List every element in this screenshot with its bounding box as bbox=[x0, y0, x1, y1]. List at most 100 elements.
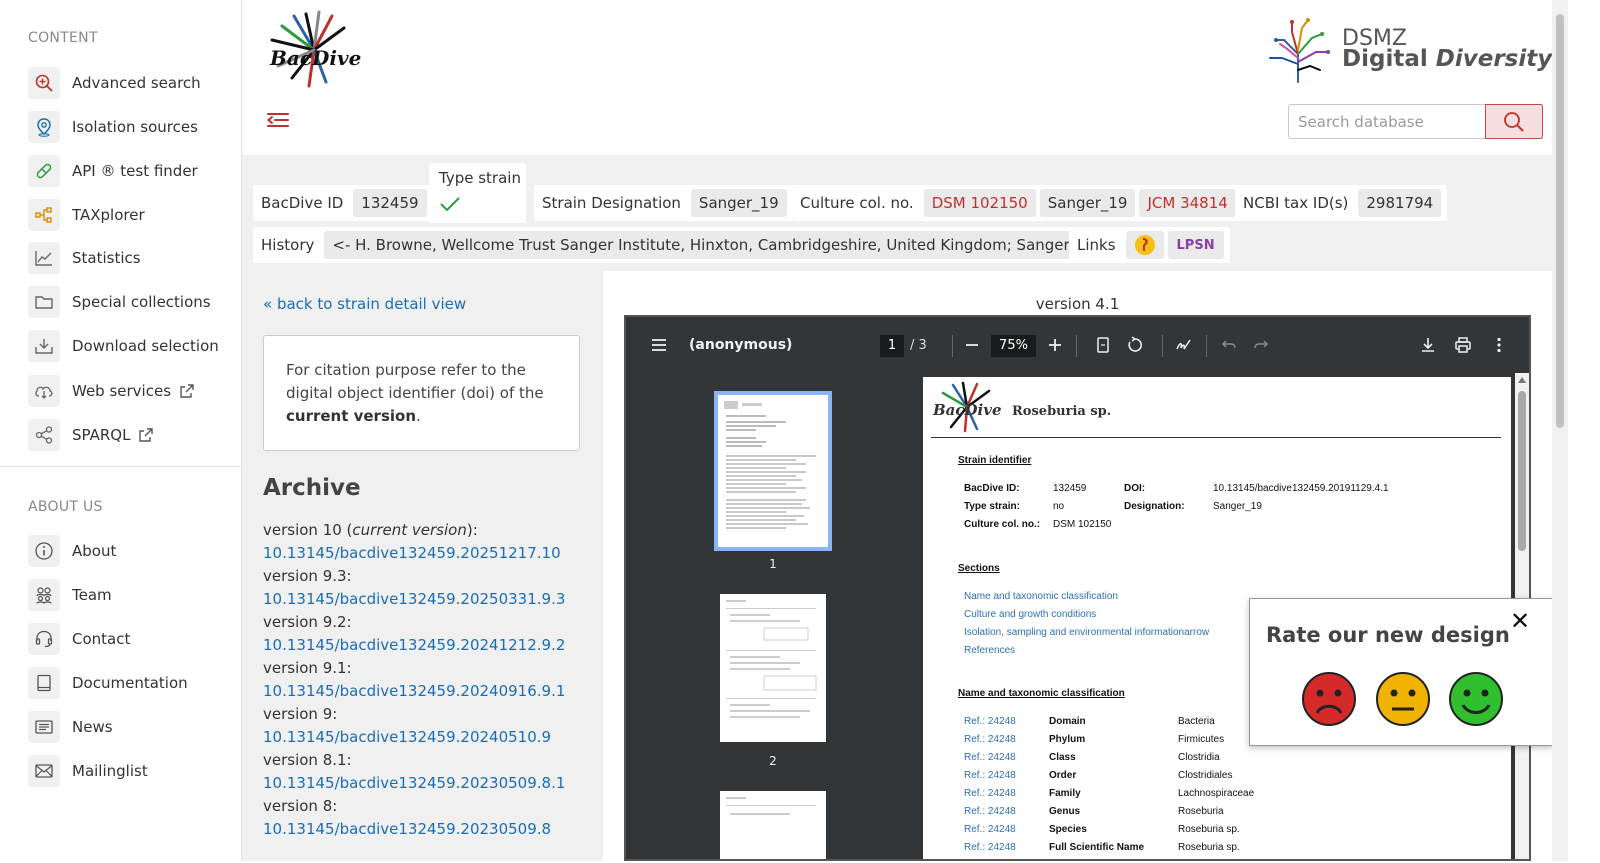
search-button[interactable] bbox=[1485, 104, 1543, 139]
sidebar-item-label: Advanced search bbox=[72, 74, 201, 92]
sidebar-item-web-services[interactable]: Web services bbox=[28, 375, 195, 407]
external-resource-link[interactable] bbox=[1125, 231, 1164, 259]
id-label: BacDive ID: bbox=[964, 483, 1020, 494]
taxonomy-value: Bacteria bbox=[1178, 716, 1215, 727]
print-icon[interactable] bbox=[1454, 336, 1472, 354]
sidebar-item-about[interactable]: About bbox=[28, 535, 116, 567]
version-doi-link[interactable]: 10.13145/bacdive132459.20240510.9 bbox=[263, 726, 593, 749]
ref-link[interactable]: Ref.: 24248 bbox=[964, 806, 1016, 817]
pdf-document-name: (anonymous) bbox=[689, 337, 793, 353]
version-doi-link[interactable]: 10.13145/bacdive132459.20240916.9.1 bbox=[263, 680, 593, 703]
page-thumbnail[interactable] bbox=[714, 391, 832, 551]
sidebar-item-news[interactable]: News bbox=[28, 711, 113, 743]
header: BacDive DSMZ Digital Diversity bbox=[242, 0, 1600, 155]
version-doi-link[interactable]: 10.13145/bacdive132459.20230509.8.1 bbox=[263, 772, 593, 795]
page-thumbnail[interactable] bbox=[720, 791, 826, 859]
version-label: version 8: bbox=[263, 797, 338, 815]
undo-icon[interactable] bbox=[1220, 336, 1238, 354]
download-icon[interactable] bbox=[1419, 336, 1437, 354]
id-value: 132459 bbox=[1053, 483, 1087, 494]
sidebar-menu-icon[interactable] bbox=[650, 336, 668, 354]
sidebar-item-team[interactable]: Team bbox=[28, 579, 112, 611]
sidebar-item-sparql[interactable]: SPARQL bbox=[28, 419, 154, 451]
version-doi-link[interactable]: 10.13145/bacdive132459.20230509.8 bbox=[263, 818, 593, 841]
sidebar-item-api-test-finder[interactable]: API ® test finder bbox=[28, 155, 198, 187]
version-doi-link[interactable]: 10.13145/bacdive132459.20251217.10 bbox=[263, 542, 593, 565]
page-thumbnail[interactable] bbox=[720, 594, 826, 742]
version-doi-link[interactable]: 10.13145/bacdive132459.20241212.9.2 bbox=[263, 634, 593, 657]
lpsn-link[interactable]: LPSN bbox=[1167, 231, 1224, 259]
close-icon[interactable]: ✕ bbox=[1510, 607, 1530, 635]
envelope-icon bbox=[28, 755, 60, 787]
type-label: Type strain: bbox=[964, 501, 1020, 512]
designation-value: Sanger_19 bbox=[1213, 501, 1262, 512]
citation-text: For citation purpose refer to the digita… bbox=[286, 361, 544, 402]
history-label: History bbox=[261, 236, 315, 254]
culture-collection-link[interactable]: DSM 102150 bbox=[923, 189, 1036, 217]
bacdive-logo-text: BacDive bbox=[270, 46, 362, 70]
folder-icon bbox=[28, 286, 60, 318]
sidebar-item-documentation[interactable]: Documentation bbox=[28, 667, 188, 699]
toolbar-divider bbox=[1206, 335, 1207, 357]
version-list: version 10 (current version): 10.13145/b… bbox=[263, 519, 593, 841]
version-label-end: ): bbox=[466, 521, 478, 539]
sidebar-item-taxplorer[interactable]: TAXplorer bbox=[28, 199, 145, 231]
sidebar-item-download-selection[interactable]: Download selection bbox=[28, 330, 219, 362]
ncbi-tax-value[interactable]: 2981794 bbox=[1358, 189, 1442, 217]
redo-icon[interactable] bbox=[1252, 336, 1270, 354]
neutral-face-icon[interactable] bbox=[1375, 671, 1431, 727]
culture-collection-link[interactable]: JCM 34814 bbox=[1139, 189, 1236, 217]
section-link[interactable]: Culture and growth conditions bbox=[964, 609, 1096, 620]
annotate-icon[interactable] bbox=[1175, 336, 1193, 354]
sad-face-icon[interactable] bbox=[1301, 671, 1357, 727]
ref-link[interactable]: Ref.: 24248 bbox=[964, 824, 1016, 835]
zoom-in-icon[interactable] bbox=[1046, 336, 1064, 354]
strain-designation-value: Sanger_19 bbox=[690, 189, 787, 217]
taxonomy-value: Firmicutes bbox=[1178, 734, 1225, 745]
version-label: version 9.2: bbox=[263, 613, 352, 631]
ref-link[interactable]: Ref.: 24248 bbox=[964, 734, 1016, 745]
more-options-icon[interactable] bbox=[1490, 336, 1508, 354]
version-doi-link[interactable]: 10.13145/bacdive132459.20250331.9.3 bbox=[263, 588, 593, 611]
cloud-download-icon bbox=[28, 375, 60, 407]
citation-note: For citation purpose refer to the digita… bbox=[263, 335, 580, 451]
section-link[interactable]: References bbox=[964, 645, 1015, 656]
page-scrollbar[interactable] bbox=[1552, 0, 1568, 861]
page-title: Roseburia sp. bbox=[1012, 404, 1112, 419]
rotate-icon[interactable] bbox=[1126, 336, 1144, 354]
ref-link[interactable]: Ref.: 24248 bbox=[964, 842, 1016, 853]
menu-toggle-icon[interactable] bbox=[266, 108, 290, 132]
page-number-input[interactable]: 1 bbox=[880, 335, 904, 357]
sidebar-item-contact[interactable]: Contact bbox=[28, 623, 130, 655]
page-title-rule bbox=[931, 437, 1501, 438]
pdf-viewer: (anonymous) 1 / 3 75% 1 2 BacDive Rosebu… bbox=[624, 315, 1531, 861]
page-scroll-thumb[interactable] bbox=[1556, 14, 1564, 428]
sidebar-item-advanced-search[interactable]: Advanced search bbox=[28, 67, 201, 99]
back-to-strain-link[interactable]: « back to strain detail view bbox=[263, 295, 466, 313]
zoom-level-input[interactable]: 75% bbox=[991, 335, 1036, 357]
happy-face-icon[interactable] bbox=[1448, 671, 1504, 727]
strain-info-strip: BacDive ID 132459 Type strain Strain Des… bbox=[242, 155, 1552, 271]
sidebar-item-mailinglist[interactable]: Mailinglist bbox=[28, 755, 148, 787]
bacdive-id-value: 132459 bbox=[353, 189, 427, 217]
page-total: / 3 bbox=[910, 338, 927, 353]
sidebar-item-isolation-sources[interactable]: Isolation sources bbox=[28, 111, 198, 143]
pdf-viewer-area: version 4.1 (anonymous) 1 / 3 75% 1 2 Ba… bbox=[603, 271, 1552, 861]
ref-link[interactable]: Ref.: 24248 bbox=[964, 788, 1016, 799]
sidebar-item-statistics[interactable]: Statistics bbox=[28, 242, 141, 274]
history-group: History <- H. Browne, Wellcome Trust San… bbox=[253, 227, 1111, 263]
resource-logo-icon bbox=[1134, 235, 1155, 255]
culture-collection-label: Culture col. no. bbox=[800, 194, 914, 212]
section-link[interactable]: Name and taxonomic classification bbox=[964, 591, 1118, 602]
zoom-out-icon[interactable] bbox=[963, 336, 981, 354]
version-label: version 9.3: bbox=[263, 567, 352, 585]
pdf-scroll-thumb[interactable] bbox=[1518, 391, 1526, 551]
scroll-up-arrow-icon[interactable] bbox=[1518, 377, 1526, 383]
ref-link[interactable]: Ref.: 24248 bbox=[964, 752, 1016, 763]
ref-link[interactable]: Ref.: 24248 bbox=[964, 770, 1016, 781]
thumbnail-panel: 1 2 bbox=[626, 373, 921, 859]
sidebar-item-special-collections[interactable]: Special collections bbox=[28, 286, 211, 318]
ref-link[interactable]: Ref.: 24248 bbox=[964, 716, 1016, 727]
section-link[interactable]: Isolation, sampling and environmental in… bbox=[964, 627, 1209, 638]
fit-page-icon[interactable] bbox=[1094, 336, 1112, 354]
